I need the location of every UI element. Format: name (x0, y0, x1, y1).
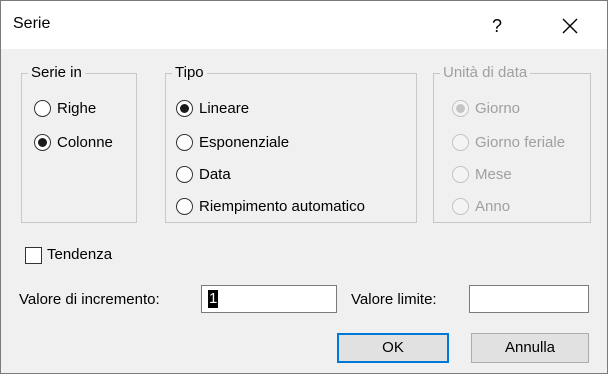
radio-lineare-indicator[interactable] (176, 99, 193, 117)
radio-colonne-label: Colonne (57, 133, 113, 151)
close-button[interactable] (547, 9, 595, 43)
group-unita-di-data: Unità di data Giorno Giorno feriale Mese… (433, 64, 591, 223)
radio-righe-indicator[interactable] (34, 99, 51, 117)
radio-lineare-label: Lineare (199, 99, 250, 117)
valore-incremento-input[interactable]: 1 (201, 285, 337, 313)
radio-righe-label: Righe (57, 99, 97, 117)
radio-riempimento-automatico[interactable]: Riempimento automatico (176, 194, 365, 218)
tendenza-label: Tendenza (47, 246, 113, 263)
radio-anno-label: Anno (475, 197, 511, 215)
radio-mese-indicator (452, 165, 469, 183)
radio-data-label: Data (199, 165, 231, 183)
radio-esponenziale-indicator[interactable] (176, 133, 193, 151)
radio-data-indicator[interactable] (176, 165, 193, 183)
valore-incremento-label: Valore di incremento: (19, 291, 160, 308)
radio-lineare[interactable]: Lineare (176, 96, 249, 120)
radio-esponenziale[interactable]: Esponenziale (176, 130, 289, 154)
radio-giorno: Giorno (452, 96, 520, 120)
ok-button[interactable]: OK (337, 333, 449, 363)
radio-anno: Anno (452, 194, 510, 218)
radio-giorno-feriale: Giorno feriale (452, 130, 565, 154)
series-dialog: Serie ? Serie in Righe Colonne Tipo Line… (0, 0, 608, 374)
dialog-title: Serie (13, 15, 51, 32)
cancel-button[interactable]: Annulla (471, 333, 589, 363)
radio-riempimento-label: Riempimento automatico (199, 197, 365, 215)
help-icon: ? (491, 16, 502, 36)
radio-righe[interactable]: Righe (34, 96, 96, 120)
radio-riempimento-indicator[interactable] (176, 197, 193, 215)
group-serie-in-label: Serie in (28, 64, 85, 82)
group-tipo-label: Tipo (172, 64, 207, 82)
radio-mese-label: Mese (475, 165, 512, 183)
radio-data[interactable]: Data (176, 162, 231, 186)
group-tipo: Tipo Lineare Esponenziale Data Riempimen… (165, 64, 417, 223)
valore-limite-input[interactable] (469, 285, 589, 313)
radio-giorno-label: Giorno (475, 99, 521, 117)
radio-giorno-feriale-label: Giorno feriale (475, 133, 566, 151)
title-bar: Serie ? (1, 1, 607, 49)
help-button[interactable]: ? (475, 9, 519, 43)
radio-giorno-indicator (452, 99, 469, 117)
tendenza-checkbox[interactable] (25, 247, 42, 264)
valore-limite-label: Valore limite: (351, 291, 437, 308)
radio-mese: Mese (452, 162, 512, 186)
radio-giorno-feriale-indicator (452, 133, 469, 151)
radio-anno-indicator (452, 197, 469, 215)
radio-colonne[interactable]: Colonne (34, 130, 113, 154)
radio-esponenziale-label: Esponenziale (199, 133, 290, 151)
valore-incremento-value: 1 (208, 290, 219, 308)
close-icon (562, 18, 578, 34)
group-unita-di-data-label: Unità di data (440, 64, 531, 82)
radio-colonne-indicator[interactable] (34, 133, 51, 151)
group-serie-in: Serie in Righe Colonne (21, 64, 137, 223)
